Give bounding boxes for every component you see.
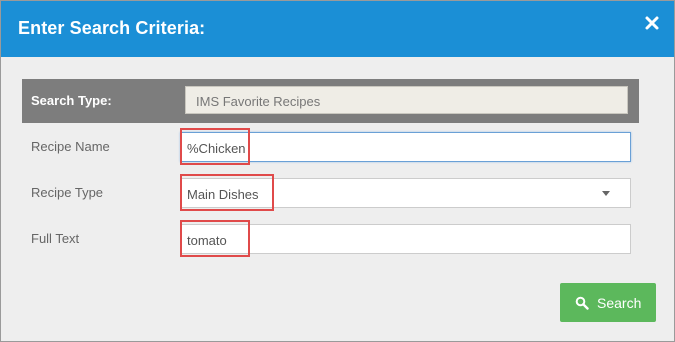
search-type-field: IMS Favorite Recipes: [185, 86, 628, 114]
search-button[interactable]: Search: [560, 283, 656, 322]
search-icon: [575, 296, 589, 310]
dialog-header: Enter Search Criteria:: [1, 1, 674, 57]
close-icon[interactable]: [644, 15, 660, 31]
search-button-label: Search: [597, 295, 642, 311]
recipe-type-select[interactable]: Main Dishes: [180, 178, 631, 208]
recipe-name-label: Recipe Name: [31, 139, 110, 154]
search-type-row: Search Type: IMS Favorite Recipes: [22, 79, 639, 123]
recipe-type-label: Recipe Type: [31, 185, 104, 200]
search-criteria-dialog: Enter Search Criteria: Search Type: IMS …: [0, 0, 675, 342]
search-type-label: Search Type:: [31, 93, 112, 108]
recipe-type-value: Main Dishes: [187, 187, 259, 202]
recipe-name-input[interactable]: %Chicken: [180, 132, 631, 162]
full-text-label: Full Text: [31, 231, 80, 246]
full-text-input[interactable]: tomato: [180, 224, 631, 254]
dialog-title: Enter Search Criteria:: [18, 18, 206, 38]
chevron-down-icon: [602, 191, 610, 196]
